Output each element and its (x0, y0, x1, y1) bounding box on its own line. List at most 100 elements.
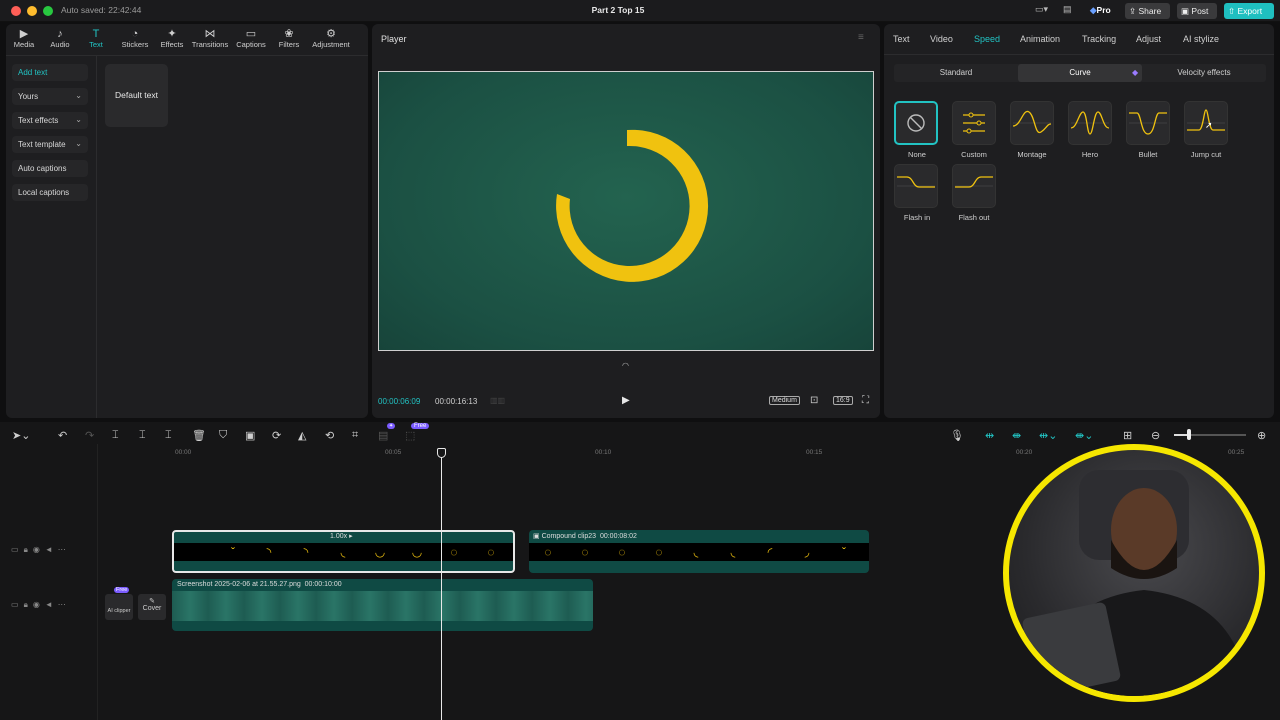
lock-icon[interactable]: 🔒︎ (24, 545, 33, 554)
auto-snapping-icon[interactable]: ⇼ (1012, 429, 1021, 442)
tab-ai-stylize[interactable]: AI stylize (1183, 34, 1219, 44)
preset-jump-cut[interactable]: ➚ (1184, 101, 1228, 145)
clip-selected[interactable]: ˇ ◝ ◝ ◟ ◡ ◡ ◌ ◌ 1.00x ▸ (172, 530, 515, 573)
reverse-icon[interactable]: ⟳ (272, 429, 281, 442)
preset-montage[interactable] (1010, 101, 1054, 145)
tab-audio[interactable]: ♪ Audio (42, 28, 78, 52)
zoom-slider-thumb[interactable] (1187, 429, 1191, 440)
mirror-icon[interactable]: ◭ (298, 429, 306, 442)
preset-custom[interactable] (952, 101, 996, 145)
fit-icon[interactable]: ⊡ (810, 395, 818, 406)
tab-effects[interactable]: ✦ Effects (152, 28, 192, 52)
ai-edit-icon[interactable]: ▤ (378, 429, 388, 442)
project-title[interactable]: Part 2 Top 15 (560, 5, 676, 15)
main-track-magnet-icon[interactable]: ⇹ (985, 429, 994, 442)
sidebar-item-text-effects[interactable]: Text effects ⌄ (12, 112, 88, 129)
playhead-handle[interactable] (437, 448, 446, 458)
layout-icon[interactable]: ▭▾ (1035, 4, 1061, 17)
preview-canvas[interactable] (378, 71, 874, 351)
preview-axis-icon[interactable]: ⇼⌄ (1075, 429, 1093, 442)
playhead[interactable] (441, 452, 442, 720)
menu-icon[interactable]: ≡ (858, 32, 864, 43)
preset-none[interactable] (894, 101, 938, 145)
split-right-icon[interactable]: ⌶ (165, 429, 172, 442)
zoom-window-button[interactable] (43, 6, 53, 16)
playhead-handle-icon[interactable]: ◠ (622, 361, 629, 370)
eye-icon[interactable]: ◉ (33, 600, 45, 609)
tab-animation[interactable]: Animation (1020, 34, 1060, 44)
zoom-out-icon[interactable]: ⊖ (1151, 429, 1160, 442)
tab-media[interactable]: ▶ Media (6, 28, 42, 52)
timecode-icon[interactable]: ▥▥ (490, 396, 505, 405)
split-left-icon[interactable]: ⌶ (139, 429, 146, 442)
crop-icon[interactable]: ⌗ (352, 429, 358, 442)
select-tool-icon[interactable]: ➤⌄ (12, 429, 30, 442)
clip-filmstrip (172, 591, 593, 621)
adjustment-icon: ⚙ (326, 28, 336, 40)
export-button[interactable]: ⇧ Export (1224, 3, 1274, 19)
tab-filters[interactable]: ❀ Filters (269, 28, 309, 52)
linkage-icon[interactable]: ⇹⌄ (1039, 429, 1057, 442)
ring-thumb: ◜ (767, 545, 773, 559)
clip-screenshot[interactable]: Screenshot 2025-02-06 at 21.55.27.png 00… (172, 579, 593, 631)
sidebar-item-auto-captions[interactable]: Auto captions (12, 160, 88, 177)
share-button[interactable]: ⇪ Share (1125, 3, 1170, 19)
ratio-button[interactable]: 16:9 (833, 396, 853, 405)
speaker-icon[interactable]: ◄ (45, 545, 58, 554)
default-text-card[interactable]: Default text (105, 64, 168, 127)
shortcuts-icon[interactable]: ▤ (1063, 4, 1072, 15)
tab-tracking[interactable]: Tracking (1082, 34, 1116, 44)
tab-adjust[interactable]: Adjust (1136, 34, 1161, 44)
ai-clipper-button[interactable]: AI clipper (105, 594, 133, 620)
rotate-icon[interactable]: ⟲ (325, 429, 334, 442)
redo-icon[interactable]: ↷ (85, 429, 94, 442)
more-icon[interactable]: ⋯ (58, 600, 71, 609)
tab-text[interactable]: T Text (78, 28, 114, 52)
speaker-icon[interactable]: ◄ (45, 600, 58, 609)
sidebar-item-local-captions[interactable]: Local captions (12, 184, 88, 201)
subtab-curve[interactable]: Curve (1018, 64, 1142, 82)
media-icon: ▶ (19, 28, 29, 40)
tab-captions[interactable]: ▭ Captions (231, 28, 271, 52)
lock-icon[interactable]: 🔒︎ (24, 600, 33, 609)
undo-icon[interactable]: ↶ (58, 429, 67, 442)
post-button[interactable]: ▣ Post (1177, 3, 1217, 19)
sidebar-item-text-template[interactable]: Text template ⌄ (12, 136, 88, 153)
tab-speed[interactable]: Speed (974, 34, 1000, 44)
marker-icon[interactable]: ⛉ (219, 429, 227, 442)
subtab-velocity-effects[interactable]: Velocity effects (1142, 64, 1266, 82)
preset-flash-out[interactable] (952, 164, 996, 208)
clip-compound[interactable]: ▣ Compound clip23 00:00:08:02 ◌ ◌ ◌ ◌ ◟ … (529, 530, 869, 573)
cover-button[interactable]: ✎ Cover (138, 594, 166, 620)
more-icon[interactable]: ⋯ (58, 545, 71, 554)
tab-stickers[interactable]: ◔ Stickers (115, 28, 155, 52)
quality-button[interactable]: Medium (769, 396, 800, 405)
sidebar-item-add-text[interactable]: Add text (12, 64, 88, 81)
minimize-window-button[interactable] (27, 6, 37, 16)
tab-adjustment[interactable]: ⚙ Adjustment (308, 28, 354, 52)
freeze-icon[interactable]: ▣ (245, 429, 255, 442)
close-window-button[interactable] (11, 6, 21, 16)
ring-thumb: ˇ (231, 545, 235, 559)
eye-icon[interactable]: ◉ (33, 545, 45, 554)
subtab-standard[interactable]: Standard (894, 64, 1018, 82)
auto-reframe-icon[interactable]: ⬚ (405, 429, 415, 442)
play-button[interactable]: ▶ (622, 395, 630, 406)
pro-badge[interactable]: ◆Pro (1090, 5, 1111, 16)
sidebar-item-yours[interactable]: Yours ⌄ (12, 88, 88, 105)
zoom-in-icon[interactable]: ⊕ (1257, 429, 1266, 442)
fit-timeline-icon[interactable]: ⊞ (1123, 429, 1132, 442)
preset-hero[interactable] (1068, 101, 1112, 145)
preset-label-jump-cut: Jump cut (1190, 150, 1222, 159)
tab-text-props[interactable]: Text (893, 34, 910, 44)
bullet-curve-icon (1129, 112, 1167, 135)
tab-transitions[interactable]: ⋈ Transitions (190, 28, 230, 52)
preset-bullet[interactable] (1126, 101, 1170, 145)
chevron-down-icon: ⌄ (75, 91, 82, 100)
preset-flash-in[interactable] (894, 164, 938, 208)
delete-icon[interactable]: 🗑 (192, 429, 206, 442)
microphone-icon[interactable]: 🎙 (950, 429, 964, 442)
fullscreen-icon[interactable]: ⛶ (862, 395, 869, 406)
split-icon[interactable]: ⌶ (112, 429, 119, 442)
tab-video[interactable]: Video (930, 34, 953, 44)
